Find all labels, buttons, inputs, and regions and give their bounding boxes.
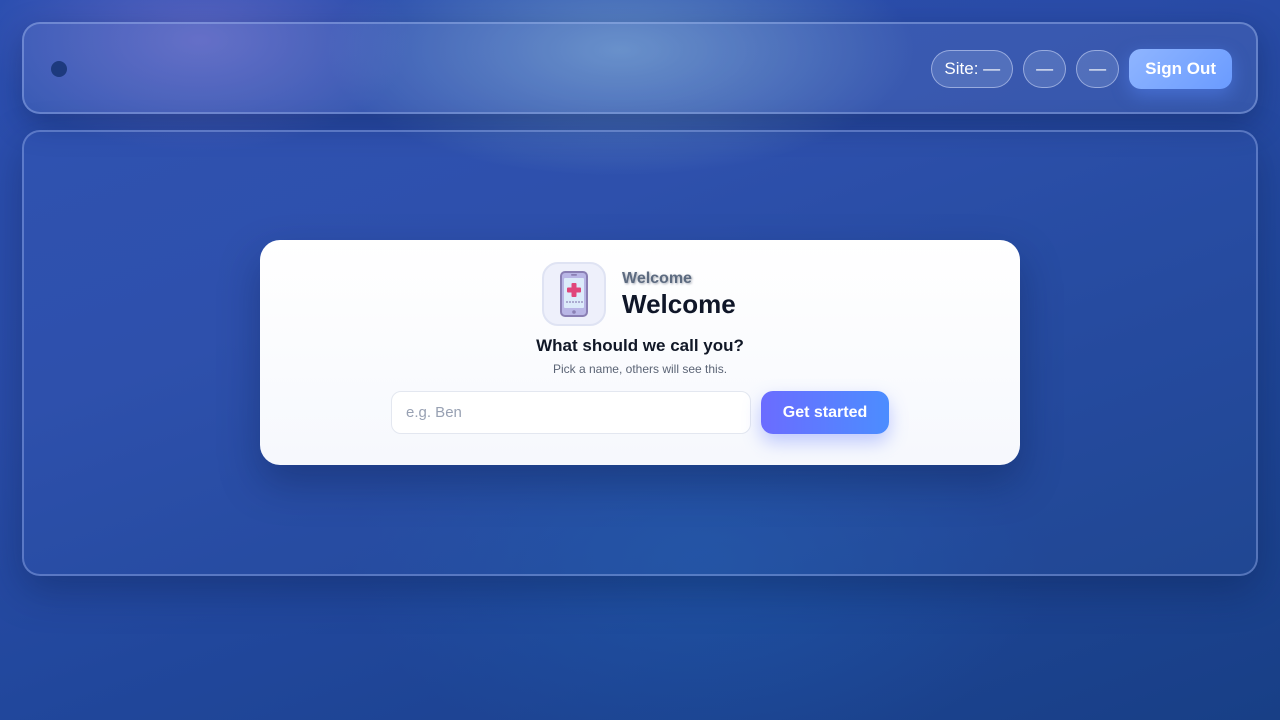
top-pill-button[interactable]: — [1023,50,1067,88]
name-question: What should we call you? [536,336,744,355]
top-bar: Site: — — — Sign Out [22,22,1258,114]
status-dot-icon [51,61,67,77]
sign-out-button[interactable]: Sign Out [1129,49,1232,89]
welcome-eyebrow: Welcome [622,270,692,287]
get-started-button[interactable]: Get started [761,391,889,434]
site-selector-button[interactable]: Site: — [931,50,1014,88]
welcome-card: Welcome Welcome What should we call you?… [260,240,1020,465]
name-input[interactable] [391,391,751,434]
brand-text: Welcome Welcome [622,269,736,319]
top-actions: Site: — — — Sign Out [931,49,1232,89]
top-pill-button-2[interactable]: — [1076,50,1120,88]
medical-phone-icon [542,262,606,326]
brand-header: Welcome Welcome [542,262,736,326]
name-hint: Pick a name, others will see this. [552,362,728,376]
medical-phone-svg [560,271,588,317]
welcome-title: Welcome [622,289,736,319]
